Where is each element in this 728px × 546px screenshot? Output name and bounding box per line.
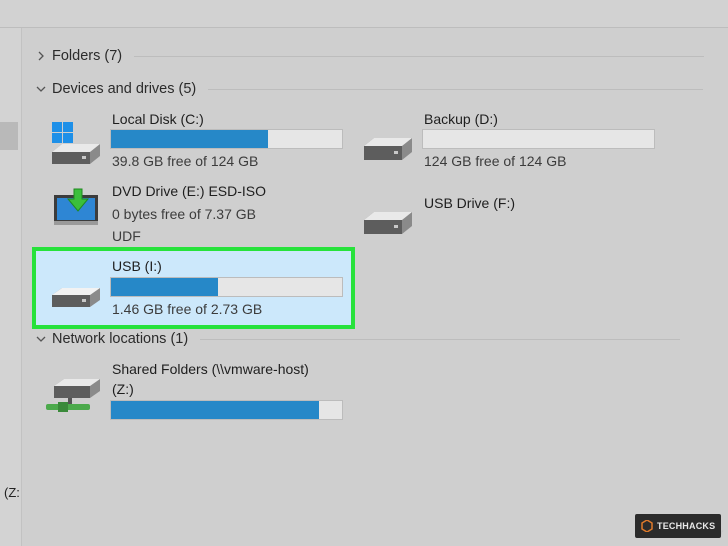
drive-usage-fill xyxy=(111,278,219,296)
top-strip xyxy=(0,0,728,28)
drive-name: Local Disk (C:) xyxy=(112,111,204,127)
drive-usb-f[interactable]: USB Drive (F:) xyxy=(356,190,666,244)
group-divider xyxy=(200,338,681,340)
group-divider xyxy=(208,88,704,90)
chevron-down-icon[interactable] xyxy=(34,82,48,96)
usb-drive-icon xyxy=(360,208,416,245)
network-drive-icon xyxy=(44,376,104,423)
group-label-devices: Devices and drives (5) xyxy=(52,81,197,97)
group-header-network[interactable]: Network locations (1) xyxy=(34,329,724,349)
drive-usage-bar xyxy=(110,129,343,149)
techhacks-logo-icon xyxy=(641,519,653,533)
drive-local-disk-c[interactable]: Local Disk (C:) 39.8 GB free of 124 GB xyxy=(40,108,350,170)
drive-usage-bar xyxy=(110,400,343,420)
drive-usage-fill xyxy=(111,401,319,419)
drive-usage-fill xyxy=(111,130,269,148)
drive-free-space: 39.8 GB free of 124 GB xyxy=(112,153,259,169)
navigation-pane[interactable] xyxy=(0,28,22,546)
drive-file-system: UDF xyxy=(112,228,141,244)
nav-item-partial-label[interactable]: (Z: xyxy=(4,485,20,500)
drive-name: DVD Drive (E:) ESD-ISO xyxy=(112,183,267,199)
drive-usage-bar xyxy=(422,129,655,149)
drive-name: USB Drive (F:) xyxy=(424,195,515,211)
hard-drive-icon xyxy=(360,134,416,171)
techhacks-text: TECHHACKS xyxy=(657,521,716,531)
windows-drive-icon xyxy=(48,122,104,173)
dvd-drive-icon xyxy=(52,187,102,232)
drive-usb-i[interactable]: USB (I:) 1.46 GB free of 2.73 GB xyxy=(40,255,348,321)
group-label-network: Network locations (1) xyxy=(52,331,189,347)
group-header-folders[interactable]: Folders (7) xyxy=(34,46,714,66)
drive-free-space: 124 GB free of 124 GB xyxy=(424,153,567,169)
drive-usage-bar xyxy=(110,277,343,297)
drive-backup-d[interactable]: Backup (D:) 124 GB free of 124 GB xyxy=(356,108,666,170)
usb-drive-icon xyxy=(48,285,104,318)
techhacks-badge: TECHHACKS xyxy=(635,514,721,538)
chevron-right-icon[interactable] xyxy=(34,49,48,63)
network-drive-name: Shared Folders (\\vmware-host) xyxy=(112,361,309,377)
drive-dvd-e[interactable]: DVD Drive (E:) ESD-ISO 0 bytes free of 7… xyxy=(40,181,350,245)
drive-name: Backup (D:) xyxy=(424,111,498,127)
network-drive-shared-folders[interactable]: Shared Folders (\\vmware-host) (Z:) xyxy=(40,358,350,424)
nav-scrollbar-thumb[interactable] xyxy=(0,122,18,150)
drive-free-space: 0 bytes free of 7.37 GB xyxy=(112,206,256,222)
network-drive-letter: (Z:) xyxy=(112,381,134,397)
group-header-devices[interactable]: Devices and drives (5) xyxy=(34,79,724,99)
drive-name: USB (I:) xyxy=(112,258,162,274)
drive-free-space: 1.46 GB free of 2.73 GB xyxy=(112,301,263,317)
group-label-folders: Folders (7) xyxy=(52,48,123,64)
chevron-down-icon[interactable] xyxy=(34,332,48,346)
group-divider xyxy=(134,55,705,57)
